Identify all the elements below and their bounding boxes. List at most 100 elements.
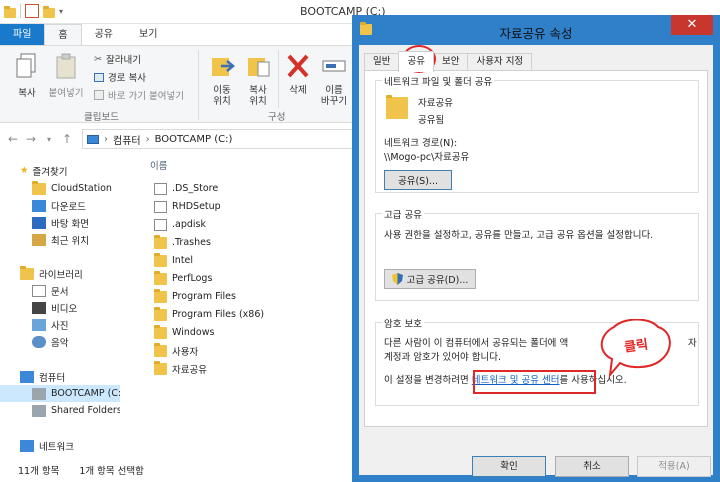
nav-label: 사진 [51, 320, 69, 332]
group-label: 암호 보호 [382, 316, 424, 330]
paste-button[interactable]: 붙여넣기 [46, 52, 86, 99]
ok-button[interactable]: 확인 [472, 456, 546, 477]
folder-icon [32, 180, 46, 195]
delete-label: 삭제 [289, 85, 307, 96]
folder-item[interactable]: Program Files [154, 288, 236, 305]
nav-item-cloudstation[interactable]: CloudStation [0, 180, 120, 197]
nav-item-shared-folders[interactable]: Shared Folders(\\ [0, 402, 120, 419]
star-icon: ★ [20, 165, 29, 176]
folder-icon [154, 306, 167, 321]
nav-item-pictures[interactable]: 사진 [0, 316, 120, 333]
group-label: 네트워크 파일 및 폴더 공유 [382, 74, 495, 88]
copy-to-button[interactable]: 복사 위치 [240, 52, 276, 107]
nav-label: 비디오 [51, 303, 78, 315]
nav-libraries[interactable]: 라이브러리 [0, 265, 120, 282]
chevron-right-icon: › [104, 133, 108, 145]
nav-item-music[interactable]: 음악 [0, 333, 120, 350]
apply-button[interactable]: 적용(A) [637, 456, 711, 477]
close-icon: ✕ [686, 17, 698, 32]
nav-item-documents[interactable]: 문서 [0, 282, 120, 299]
pictures-icon [32, 318, 46, 331]
back-arrow-icon[interactable]: ← [4, 132, 22, 146]
cut-button[interactable]: ✂ 잘라내기 [94, 52, 141, 67]
nav-item-downloads[interactable]: 다운로드 [0, 197, 120, 214]
nav-network[interactable]: 네트워크 [0, 437, 120, 454]
close-button[interactable]: ✕ [671, 15, 713, 35]
delete-button[interactable]: 삭제 [282, 52, 314, 96]
file-item[interactable]: .DS_Store [154, 180, 218, 197]
copy-button[interactable]: 복사 [12, 52, 42, 99]
folder-item[interactable]: Windows [154, 324, 214, 341]
folder-icon [154, 252, 167, 267]
breadcrumb-drive[interactable]: BOOTCAMP (C:) [155, 134, 233, 145]
clipboard-group-label: 클립보드 [84, 112, 119, 123]
password-description-tail: 자 [688, 338, 697, 349]
file-item[interactable]: .apdisk [154, 216, 206, 233]
password-description-line1: 다른 사람이 이 컴퓨터에서 공유되는 폴더에 액 [384, 338, 569, 349]
folder-icon [154, 342, 167, 357]
address-field[interactable]: › 컴퓨터 › BOOTCAMP (C:) [82, 129, 360, 149]
qat-dropdown-icon[interactable]: ▾ [59, 7, 63, 16]
organize-group-label: 구성 [268, 112, 286, 123]
dialog-body: 일반 공유 보안 사용자 지정 네트워크 파일 및 폴더 공유 자료공유 공유됨… [359, 45, 713, 477]
move-to-button[interactable]: 이동 위치 [204, 52, 240, 107]
nav-item-bootcamp[interactable]: BOOTCAMP (C:) [0, 385, 120, 402]
copy-label: 복사 [18, 88, 36, 99]
link-highlight-box [473, 370, 596, 394]
copy-path-button[interactable]: 경로 복사 [94, 70, 146, 84]
file-icon [154, 218, 167, 231]
folder-item[interactable]: 사용자 [154, 342, 198, 359]
folder-item[interactable]: PerfLogs [154, 270, 212, 287]
recent-dropdown-icon[interactable]: ▾ [40, 135, 58, 144]
copy-to-label: 복사 위치 [249, 85, 267, 107]
libraries-icon [20, 265, 34, 280]
folder-item[interactable]: Program Files (x86) [154, 306, 264, 323]
folder-item[interactable]: 자료공유 [154, 360, 207, 377]
tab-file[interactable]: 파일 [0, 24, 45, 45]
tab-home[interactable]: 홈 [44, 24, 82, 45]
navigation-pane: ★ 즐겨찾기 CloudStation 다운로드 바탕 화면 최근 위치 라이브러… [0, 154, 120, 456]
folder-name: Intel [172, 255, 194, 266]
rename-label: 이름 바꾸기 [320, 85, 348, 107]
scissors-icon: ✂ [94, 53, 102, 65]
folder-item[interactable]: Intel [154, 252, 193, 269]
column-header-name[interactable]: 이름 [150, 158, 167, 172]
quick-access-toolbar: ▾ [4, 4, 63, 18]
tab-customize[interactable]: 사용자 지정 [467, 53, 533, 71]
up-arrow-icon[interactable]: ↑ [58, 132, 76, 146]
tab-share[interactable]: 공유 [82, 24, 126, 45]
desktop-icon [32, 216, 46, 229]
folder-item[interactable]: .Trashes [154, 234, 211, 251]
tab-view[interactable]: 보기 [126, 24, 170, 45]
change-text-prefix: 이 설정을 변경하려면 [384, 375, 469, 386]
tab-sharing[interactable]: 공유 [398, 51, 434, 72]
folder-icon [154, 324, 167, 339]
paste-label: 붙여넣기 [48, 88, 84, 99]
ribbon-home: 복사 붙여넣기 ✂ 잘라내기 경로 복사 바로 가기 붙여넣기 클립보드 이동 위… [0, 45, 360, 123]
properties-icon[interactable] [25, 4, 39, 18]
tab-general[interactable]: 일반 [364, 53, 400, 71]
nav-item-desktop[interactable]: 바탕 화면 [0, 214, 120, 231]
new-folder-icon[interactable] [43, 5, 55, 18]
folder-icon [386, 95, 408, 119]
nav-item-videos[interactable]: 비디오 [0, 299, 120, 316]
recent-places-icon [32, 233, 46, 246]
paste-shortcut-button[interactable]: 바로 가기 붙여넣기 [94, 88, 184, 102]
forward-arrow-icon[interactable]: → [22, 132, 40, 146]
password-description-line2: 계정과 암호가 있어야 합니다. [384, 352, 501, 363]
rename-button[interactable]: 이름 바꾸기 [314, 52, 354, 107]
advanced-sharing-button[interactable]: 고급 공유(D)... [384, 269, 476, 289]
share-button[interactable]: 공유(S)... [384, 170, 452, 190]
callout-text: 클릭 [623, 337, 650, 356]
nav-label: 최근 위치 [51, 235, 89, 247]
file-item[interactable]: RHDSetup [154, 198, 221, 215]
move-to-icon [212, 58, 235, 76]
nav-favorites[interactable]: ★ 즐겨찾기 [0, 162, 120, 179]
cancel-button[interactable]: 취소 [555, 456, 629, 477]
tab-security[interactable]: 보안 [432, 53, 469, 71]
nav-label: 다운로드 [51, 201, 86, 213]
breadcrumb-computer[interactable]: 컴퓨터 [113, 132, 141, 147]
music-icon [32, 335, 46, 348]
nav-item-recent[interactable]: 최근 위치 [0, 231, 120, 248]
nav-computer[interactable]: 컴퓨터 [0, 368, 120, 385]
